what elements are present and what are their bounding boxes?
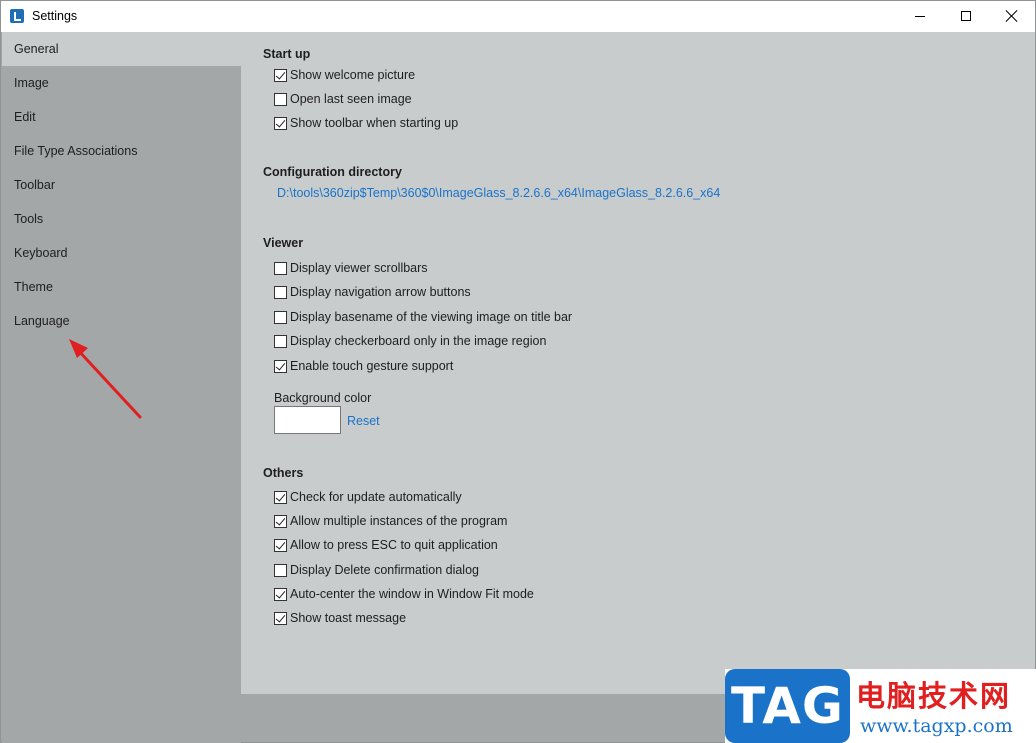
background-color-label: Background color — [274, 391, 372, 405]
watermark-url: www.tagxp.com — [860, 715, 1013, 737]
checkbox-show-toolbar-on-startup[interactable]: Show toolbar when starting up — [274, 114, 458, 132]
checkbox-label: Display Delete confirmation dialog — [290, 563, 479, 577]
checkbox-touch-gesture-support[interactable]: Enable touch gesture support — [274, 357, 453, 375]
checkbox-box[interactable] — [274, 92, 287, 106]
checkbox-box[interactable] — [274, 359, 287, 373]
checkbox-box[interactable] — [274, 310, 287, 324]
checkbox-label: Enable touch gesture support — [290, 359, 454, 373]
checkbox-label: Display navigation arrow buttons — [290, 285, 471, 299]
checkbox-open-last-seen-image[interactable]: Open last seen image — [274, 90, 412, 108]
watermark-badge: TAG — [725, 669, 850, 743]
section-title-viewer: Viewer — [263, 236, 304, 250]
maximize-icon — [961, 11, 971, 21]
watermark-site-name: 电脑技术网 — [856, 679, 1012, 713]
settings-window: Settings General Image Edit File Type As… — [0, 0, 1036, 743]
checkbox-box[interactable] — [274, 68, 287, 82]
checkbox-box[interactable] — [274, 514, 287, 528]
sidebar-item-language[interactable]: Language — [2, 304, 241, 338]
sidebar-item-toolbar[interactable]: Toolbar — [2, 168, 241, 202]
section-title-others: Others — [263, 466, 304, 480]
reset-background-color-link[interactable]: Reset — [347, 414, 380, 428]
checkbox-label: Allow multiple instances of the program — [290, 514, 508, 528]
checkbox-label: Auto-center the window in Window Fit mod… — [290, 587, 534, 601]
checkbox-box[interactable] — [274, 116, 287, 130]
title-bar[interactable]: Settings — [1, 1, 1035, 32]
section-title-startup: Start up — [263, 47, 311, 61]
checkbox-auto-center-window[interactable]: Auto-center the window in Window Fit mod… — [274, 585, 534, 603]
checkbox-checkerboard-image-region[interactable]: Display checkerboard only in the image r… — [274, 332, 546, 350]
section-title-config-directory: Configuration directory — [263, 165, 402, 179]
close-icon — [1005, 9, 1019, 23]
checkbox-label: Show toast message — [290, 611, 407, 625]
checkbox-show-welcome-picture[interactable]: Show welcome picture — [274, 66, 415, 84]
checkbox-display-navigation-arrows[interactable]: Display navigation arrow buttons — [274, 283, 471, 301]
checkbox-box[interactable] — [274, 261, 287, 275]
checkbox-show-toast-message[interactable]: Show toast message — [274, 609, 406, 627]
checkbox-delete-confirmation[interactable]: Display Delete confirmation dialog — [274, 561, 479, 579]
checkbox-label: Allow to press ESC to quit application — [290, 538, 498, 552]
checkbox-allow-multiple-instances[interactable]: Allow multiple instances of the program — [274, 512, 507, 530]
checkbox-label: Open last seen image — [290, 92, 412, 106]
general-settings-panel: Start up Show welcome picture Open last … — [241, 32, 1035, 694]
checkbox-label: Display basename of the viewing image on… — [290, 310, 573, 324]
sidebar-item-theme[interactable]: Theme — [2, 270, 241, 304]
checkbox-check-update-automatically[interactable]: Check for update automatically — [274, 488, 462, 506]
watermark-logo: TAG 电脑技术网 www.tagxp.com — [725, 669, 1036, 743]
checkbox-label: Display viewer scrollbars — [290, 261, 428, 275]
sidebar-item-edit[interactable]: Edit — [2, 100, 241, 134]
checkbox-box[interactable] — [274, 587, 287, 601]
checkbox-box[interactable] — [274, 538, 287, 552]
imageglass-app-icon — [10, 9, 24, 23]
background-color-picker[interactable] — [274, 406, 341, 434]
checkbox-label: Show toolbar when starting up — [290, 116, 459, 130]
minimize-icon — [915, 16, 925, 17]
checkbox-box[interactable] — [274, 334, 287, 348]
close-button[interactable] — [989, 1, 1035, 32]
checkbox-box[interactable] — [274, 490, 287, 504]
sidebar-item-keyboard[interactable]: Keyboard — [2, 236, 241, 270]
sidebar-item-file-type-associations[interactable]: File Type Associations — [2, 134, 241, 168]
minimize-button[interactable] — [897, 1, 943, 32]
checkbox-box[interactable] — [274, 563, 287, 577]
checkbox-label: Display checkerboard only in the image r… — [290, 334, 547, 348]
checkbox-label: Check for update automatically — [290, 490, 462, 504]
checkbox-box[interactable] — [274, 611, 287, 625]
checkbox-display-basename-title[interactable]: Display basename of the viewing image on… — [274, 308, 572, 326]
config-directory-link[interactable]: D:\tools\360zip$Temp\360$0\ImageGlass_8.… — [277, 186, 720, 200]
checkbox-label: Show welcome picture — [290, 68, 416, 82]
annotation-arrow-icon — [69, 339, 142, 419]
maximize-button[interactable] — [943, 1, 989, 32]
window-title: Settings — [32, 9, 78, 23]
checkbox-esc-to-quit[interactable]: Allow to press ESC to quit application — [274, 536, 498, 554]
sidebar-item-tools[interactable]: Tools — [2, 202, 241, 236]
sidebar-item-image[interactable]: Image — [2, 66, 241, 100]
checkbox-box[interactable] — [274, 285, 287, 299]
checkbox-display-viewer-scrollbars[interactable]: Display viewer scrollbars — [274, 259, 428, 277]
sidebar-item-general[interactable]: General — [2, 32, 241, 66]
